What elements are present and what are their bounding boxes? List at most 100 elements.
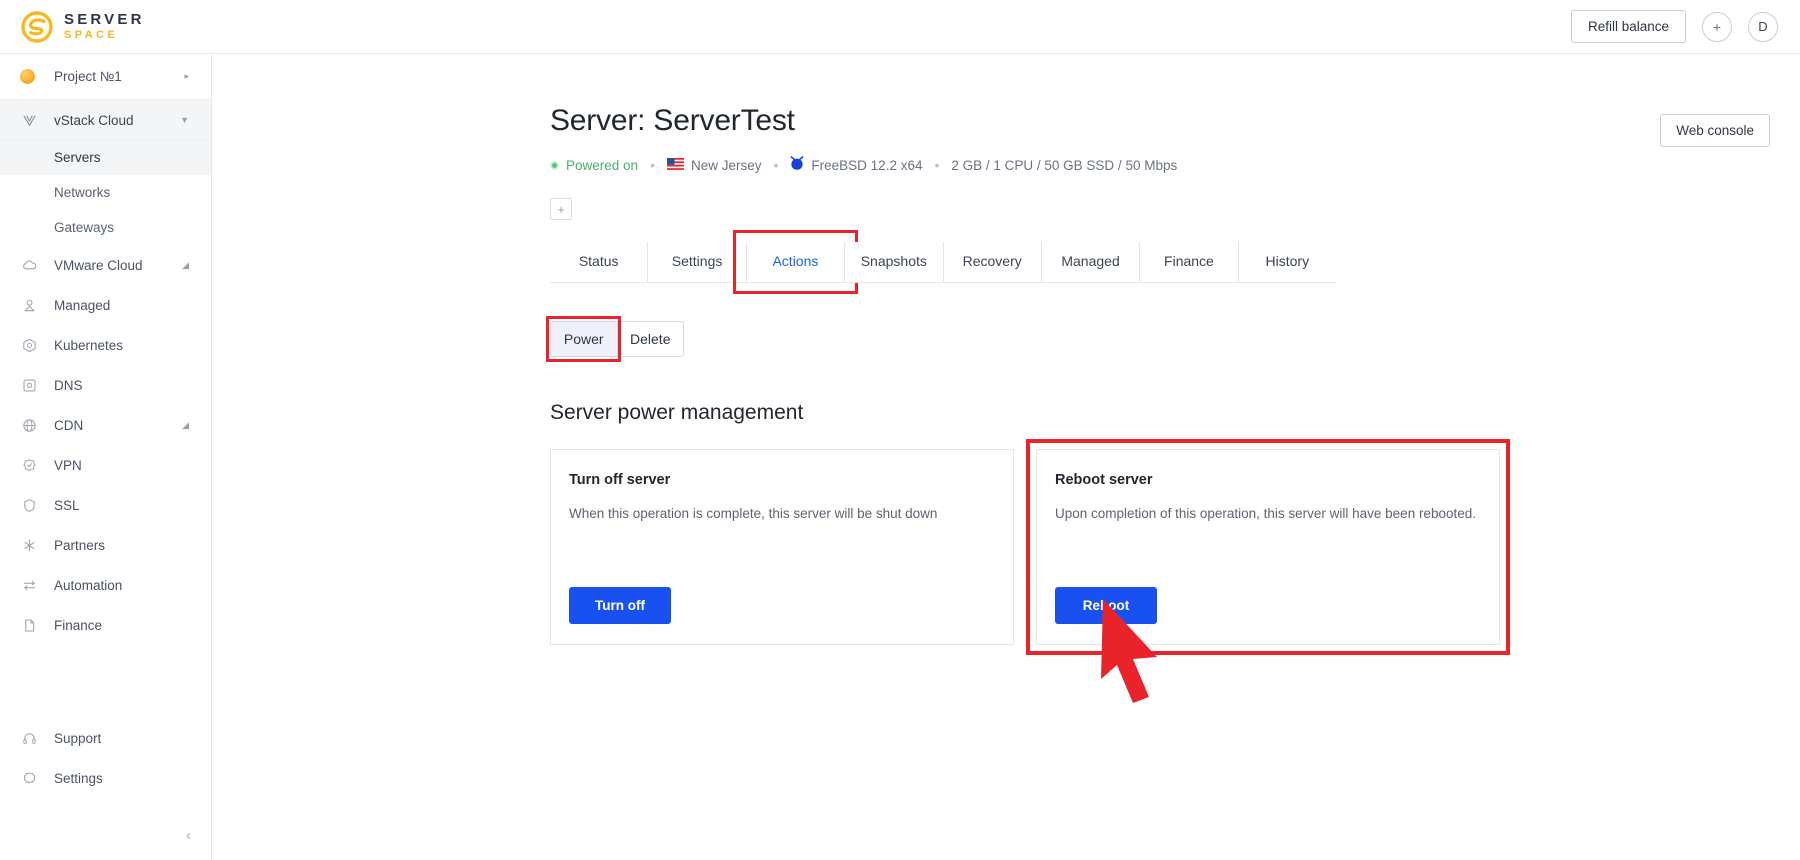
server-detail-panel: Server: ServerTest Powered on • New Jers…	[546, 104, 1700, 703]
sidebar-item-vpn[interactable]: VPN	[0, 445, 211, 485]
sidebar-item-ssl[interactable]: SSL	[0, 485, 211, 525]
automation-arrows-icon	[20, 576, 38, 594]
tab-status[interactable]: Status	[550, 242, 649, 283]
sidebar-item-label: Kubernetes	[54, 337, 124, 353]
status-dot-icon	[550, 160, 559, 170]
meta-separator: •	[650, 157, 655, 173]
sidebar-item-label: Managed	[54, 297, 111, 313]
turn-off-server-card: Turn off server When this operation is c…	[550, 449, 1014, 645]
sidebar-item-label: Finance	[54, 617, 103, 633]
sidebar-item-vmware-cloud[interactable]: VMware Cloud ◢	[0, 245, 211, 285]
sidebar-item-label: Servers	[54, 150, 101, 165]
kubernetes-icon	[20, 336, 38, 354]
sidebar-item-automation[interactable]: Automation	[0, 565, 211, 605]
plus-circle-icon[interactable]: +	[1702, 11, 1732, 42]
sidebar-item-label: SSL	[54, 497, 80, 513]
shield-icon	[20, 496, 38, 514]
tab-settings[interactable]: Settings	[648, 242, 747, 283]
dns-square-icon	[20, 376, 38, 394]
sidebar-item-kubernetes[interactable]: Kubernetes	[0, 325, 211, 365]
sidebar-item-label: Gateways	[54, 220, 115, 235]
status-label: Powered on	[566, 157, 639, 173]
app-root: SERVER SPACE Refill balance + D Project …	[0, 0, 1800, 860]
user-shield-icon	[20, 296, 38, 314]
card-title: Turn off server	[569, 472, 671, 488]
us-flag-icon	[666, 157, 684, 173]
sidebar-item-cdn[interactable]: CDN ◢	[0, 405, 211, 445]
sidebar-item-label: VMware Cloud	[54, 257, 143, 273]
server-meta-row: Powered on • New Jersey • FreeBSD 12.2 x…	[550, 156, 1700, 174]
tab-finance[interactable]: Finance	[1140, 242, 1239, 283]
sidebar-group-label: vStack Cloud	[54, 112, 134, 128]
meta-separator: •	[773, 157, 779, 173]
sidebar-item-networks[interactable]: Networks	[0, 175, 211, 210]
tab-actions[interactable]: Actions	[732, 230, 859, 294]
page-title: Server: ServerTest	[550, 104, 795, 137]
subtab-power[interactable]: Power	[550, 321, 618, 357]
globe-icon	[20, 416, 38, 434]
sidebar-item-gateways[interactable]: Gateways	[0, 210, 211, 245]
section-title: Server power management	[550, 401, 804, 424]
sidebar-item-label: Settings	[54, 770, 103, 786]
avatar[interactable]: D	[1748, 11, 1778, 42]
subtab-delete[interactable]: Delete	[617, 321, 684, 357]
reboot-server-card: Reboot server Upon completion of this op…	[1026, 439, 1510, 703]
project-circle-icon	[20, 69, 35, 84]
card-title: Reboot server	[1055, 472, 1153, 488]
expand-triangle-icon: ◢	[182, 259, 189, 270]
tab-recovery[interactable]: Recovery	[943, 242, 1042, 283]
sidebar-item-partners[interactable]: Partners	[0, 525, 211, 565]
turn-off-button[interactable]: Turn off	[569, 587, 671, 624]
sidebar-item-managed[interactable]: Managed	[0, 285, 211, 325]
logo-text-primary: SERVER	[64, 11, 145, 28]
sidebar-project-selector[interactable]: Project №1 ▸	[0, 54, 211, 100]
server-tabs: Status Settings Actions Snapshots Recove…	[550, 230, 1336, 294]
cloud-icon	[20, 256, 38, 274]
tab-snapshots[interactable]: Snapshots	[845, 242, 944, 283]
vstack-icon	[20, 111, 38, 129]
sidebar-item-label: DNS	[54, 377, 83, 393]
sidebar-item-servers[interactable]: Servers	[0, 140, 211, 175]
chevron-left-icon[interactable]: ‹	[186, 827, 191, 844]
sidebar-item-label: Partners	[54, 537, 106, 553]
tab-label: Actions	[772, 253, 819, 269]
gear-icon	[20, 769, 38, 787]
sidebar-bottom-group: Support Settings	[0, 718, 211, 798]
location-info: New Jersey	[666, 157, 762, 173]
tab-history[interactable]: History	[1238, 242, 1336, 283]
freebsd-daemon-icon	[790, 156, 804, 174]
refill-balance-button[interactable]: Refill balance	[1570, 10, 1686, 43]
action-subtabs: Power Delete	[546, 316, 684, 362]
asterisk-icon	[20, 536, 38, 554]
headset-icon	[20, 729, 38, 747]
sidebar-item-label: Networks	[54, 185, 111, 200]
sidebar-item-label: CDN	[54, 417, 84, 433]
brand-logo[interactable]: SERVER SPACE	[0, 10, 145, 44]
status-badge: Powered on	[550, 158, 638, 173]
header-actions: Refill balance + D	[1570, 10, 1800, 43]
specs-label: 2 GB / 1 CPU / 50 GB SSD / 50 Mbps	[951, 157, 1178, 173]
sidebar-item-finance[interactable]: Finance	[0, 605, 211, 645]
sidebar-item-settings[interactable]: Settings	[0, 758, 211, 798]
sidebar: Project №1 ▸ vStack Cloud ▼ Servers Netw…	[0, 54, 212, 860]
sidebar-item-support[interactable]: Support	[0, 718, 211, 758]
serverspace-s-logo-icon	[20, 10, 54, 44]
os-label: FreeBSD 12.2 x64	[811, 157, 923, 173]
expand-triangle-icon: ◢	[182, 419, 189, 430]
sidebar-item-dns[interactable]: DNS	[0, 365, 211, 405]
vpn-badge-icon	[20, 456, 38, 474]
meta-separator: •	[934, 157, 940, 173]
tab-managed[interactable]: Managed	[1041, 242, 1141, 283]
location-label: New Jersey	[690, 157, 762, 173]
document-icon	[20, 616, 38, 634]
sidebar-item-label: Support	[54, 730, 102, 746]
reboot-button[interactable]: Reboot	[1055, 587, 1157, 624]
sidebar-group-vstack-cloud[interactable]: vStack Cloud ▼	[0, 100, 211, 140]
chevron-right-icon: ▸	[184, 71, 189, 81]
top-header: SERVER SPACE Refill balance + D	[0, 0, 1800, 54]
power-action-cards: Turn off server When this operation is c…	[550, 439, 1700, 703]
add-tag-button[interactable]: +	[550, 198, 572, 220]
chevron-down-icon: ▼	[180, 115, 189, 125]
os-info: FreeBSD 12.2 x64	[790, 156, 922, 174]
main-content: Web console Server: ServerTest Powered o…	[212, 54, 1800, 860]
